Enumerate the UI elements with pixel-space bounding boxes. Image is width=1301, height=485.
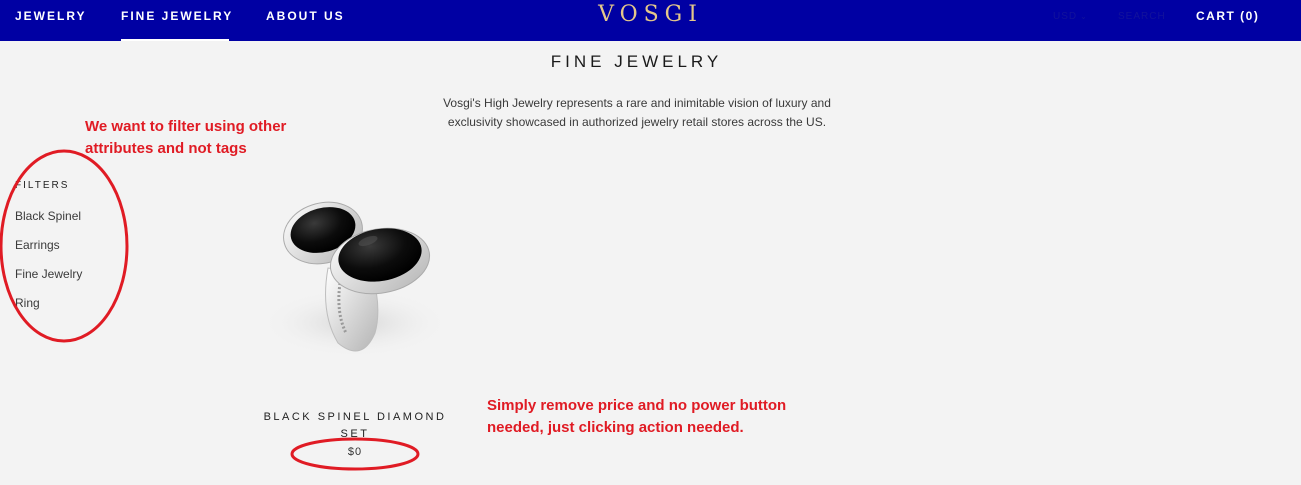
currency-selector[interactable]: USD ⌄ [1053, 11, 1088, 22]
filter-item-ring[interactable]: Ring [15, 296, 40, 310]
page-title: FINE JEWELRY [550, 52, 723, 71]
logo-text[interactable]: VOSGI [598, 2, 703, 27]
filter-item-fine-jewelry[interactable]: Fine Jewelry [15, 267, 82, 281]
annotation-filters-note: We want to filter using other attributes… [85, 118, 287, 157]
product-image[interactable] [250, 173, 463, 385]
top-navigation-bar: JEWELRY FINE JEWELRY ABOUT US VOSGI USD ⌄… [0, 0, 1301, 41]
annotation-price-note: Simply remove price and no power button … [487, 397, 787, 436]
site-logo[interactable]: VOSGI [0, 2, 1301, 27]
collection-description: Vosgi's High Jewelry represents a rare a… [443, 96, 831, 129]
cart-link[interactable]: CART (0) [1196, 9, 1259, 23]
filter-item-earrings[interactable]: Earrings [15, 238, 60, 252]
product-price: $0 [347, 446, 363, 458]
active-nav-underline [121, 39, 229, 41]
search-link[interactable]: SEARCH [1118, 11, 1166, 22]
filter-item-black-spinel[interactable]: Black Spinel [15, 209, 81, 223]
chevron-down-icon: ⌄ [1080, 12, 1088, 21]
ring-image [260, 201, 450, 358]
product-name[interactable]: BLACK SPINEL DIAMOND SET [258, 409, 452, 443]
currency-label: USD [1053, 11, 1078, 22]
filters-heading: FILTERS [15, 180, 70, 191]
